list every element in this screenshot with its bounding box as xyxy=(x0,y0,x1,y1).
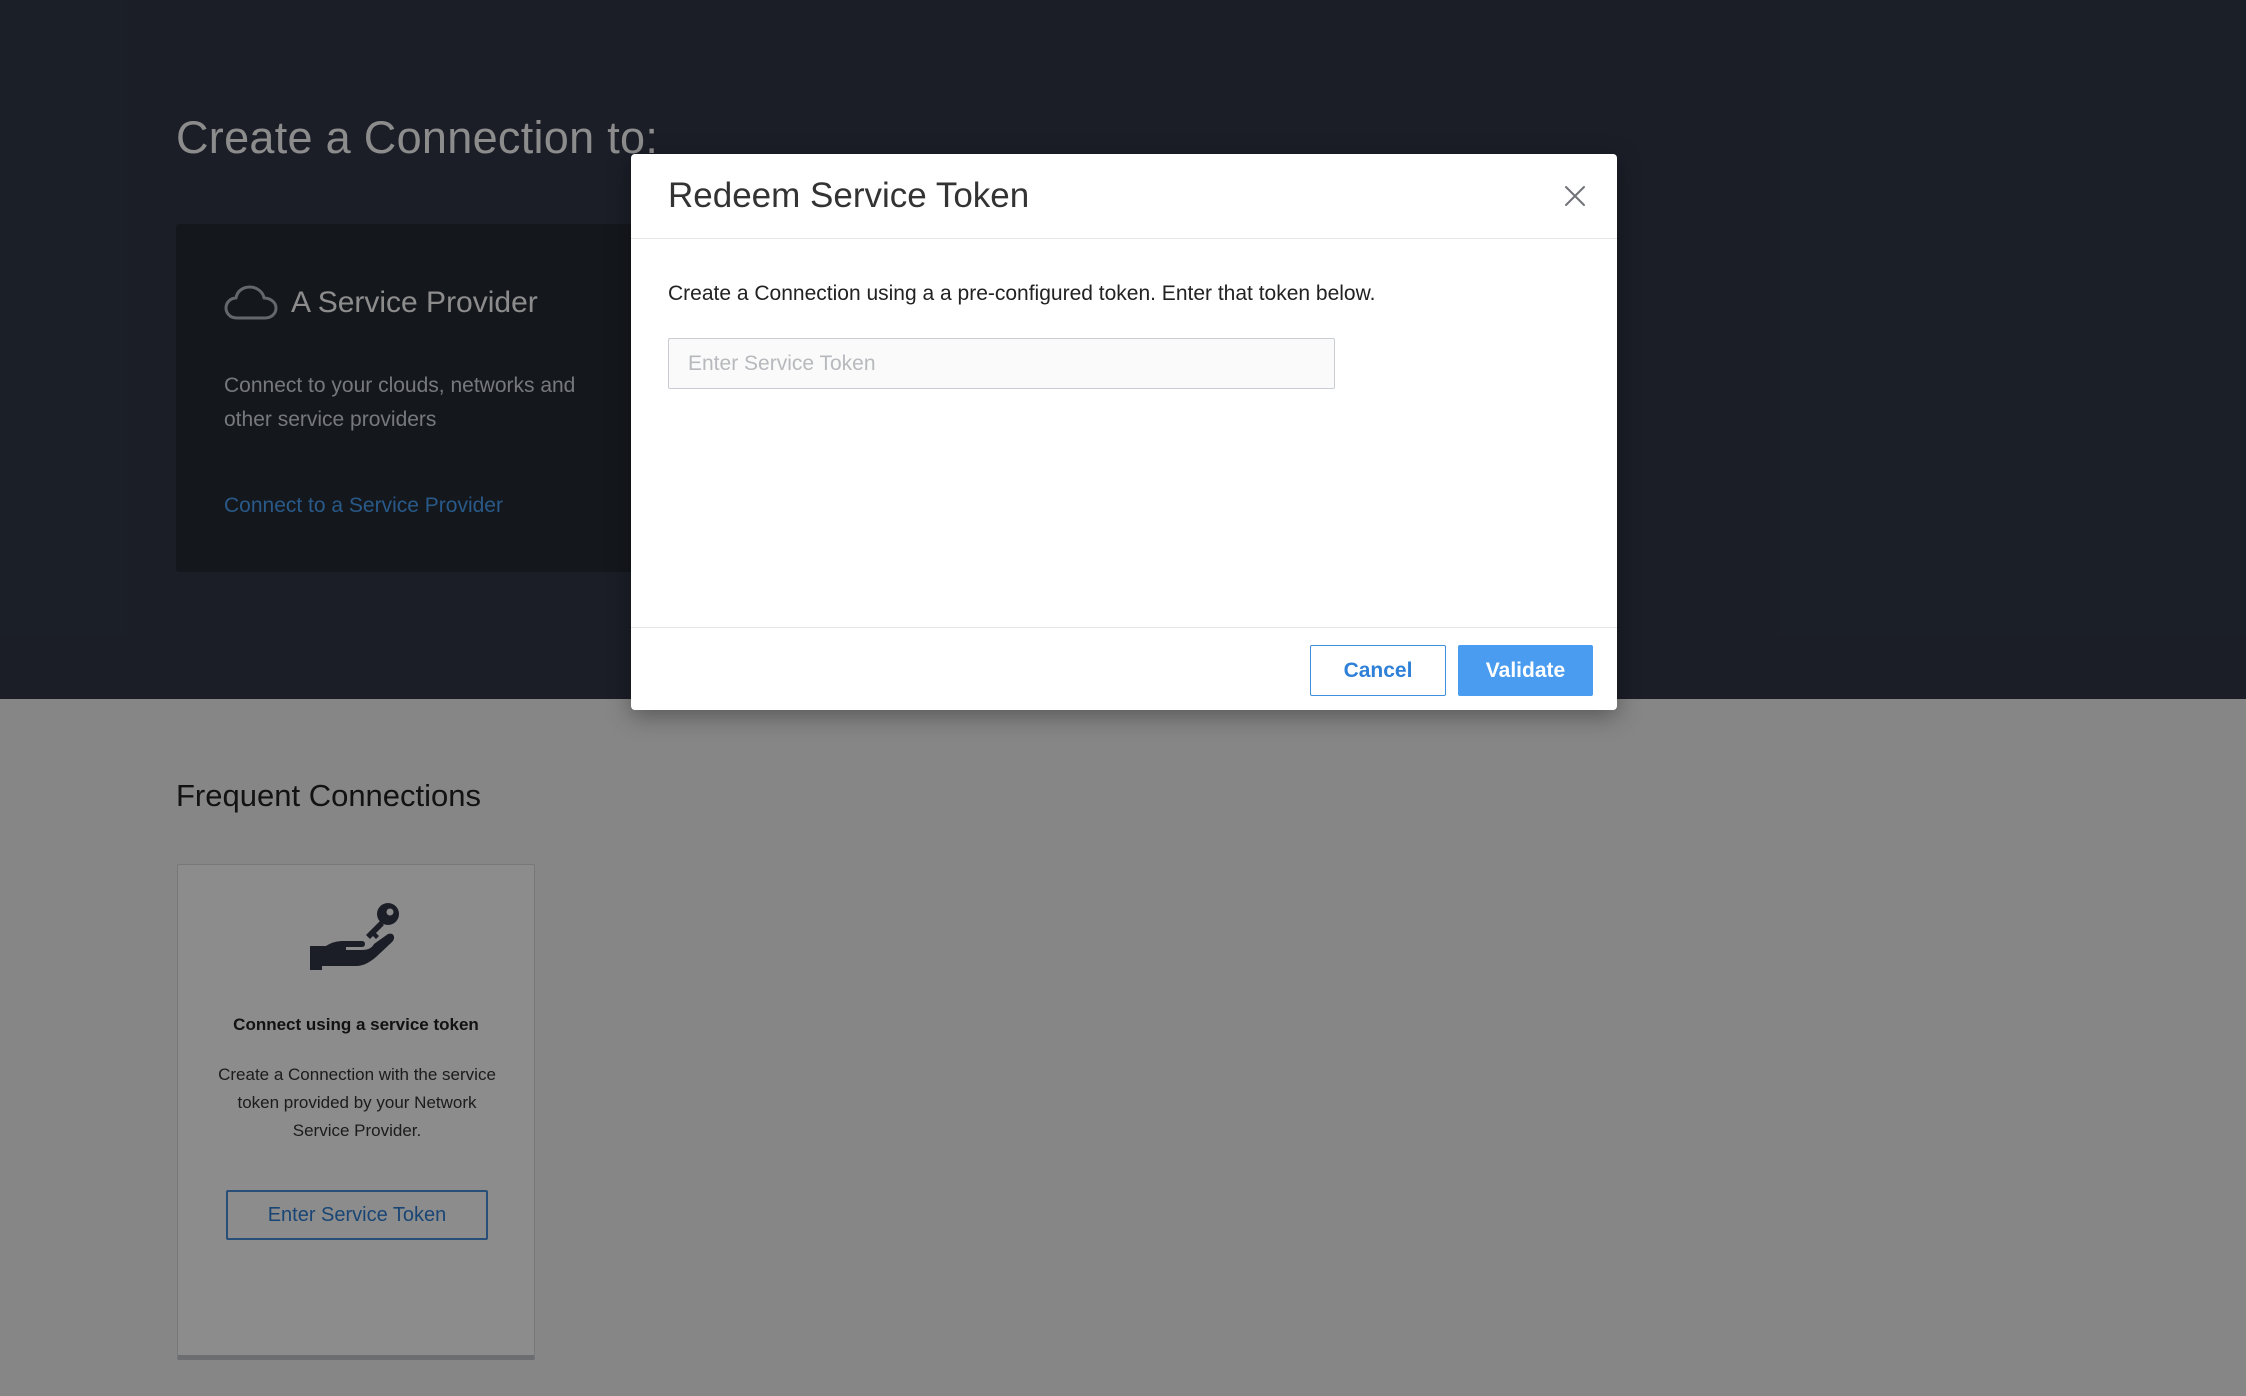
modal-footer: Cancel Validate xyxy=(631,627,1617,710)
validate-button[interactable]: Validate xyxy=(1458,645,1593,696)
redeem-token-modal: Redeem Service Token Create a Connection… xyxy=(631,154,1617,710)
cancel-button[interactable]: Cancel xyxy=(1310,645,1446,696)
close-icon[interactable] xyxy=(1557,178,1593,214)
page: Create a Connection to: A Service Provid… xyxy=(0,0,2246,1396)
modal-header: Redeem Service Token xyxy=(631,154,1617,239)
service-token-input[interactable] xyxy=(668,338,1335,389)
modal-instructions: Create a Connection using a a pre-config… xyxy=(668,282,1376,305)
modal-title: Redeem Service Token xyxy=(668,176,1030,215)
